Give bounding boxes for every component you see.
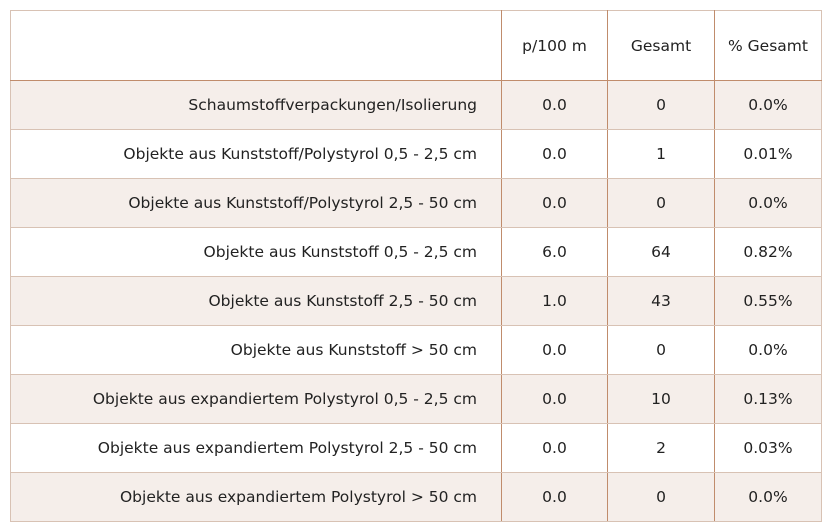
row-percent-total: 0.13% (714, 374, 822, 424)
row-per-100m: 0.0 (501, 325, 608, 375)
row-total: 64 (607, 227, 715, 277)
row-total: 1 (607, 129, 715, 179)
row-label: Objekte aus Kunststoff/Polystyrol 0,5 - … (10, 129, 502, 179)
header-row: p/100 m Gesamt % Gesamt (10, 10, 822, 81)
row-percent-total: 0.0% (714, 80, 822, 130)
row-label: Objekte aus Kunststoff/Polystyrol 2,5 - … (10, 178, 502, 228)
row-total: 2 (607, 423, 715, 473)
row-total: 0 (607, 178, 715, 228)
row-total: 0 (607, 80, 715, 130)
row-per-100m: 0.0 (501, 472, 608, 522)
row-per-100m: 0.0 (501, 129, 608, 179)
table-row: Objekte aus Kunststoff/Polystyrol 2,5 - … (10, 178, 822, 228)
table-row: Objekte aus Kunststoff 2,5 - 50 cm 1.0 4… (10, 276, 822, 326)
header-label (10, 10, 502, 81)
row-per-100m: 0.0 (501, 423, 608, 473)
row-percent-total: 0.0% (714, 472, 822, 522)
row-total: 0 (607, 472, 715, 522)
table-row: Objekte aus Kunststoff 0,5 - 2,5 cm 6.0 … (10, 227, 822, 277)
header-total: Gesamt (607, 10, 715, 81)
row-per-100m: 6.0 (501, 227, 608, 277)
header-per-100m: p/100 m (501, 10, 608, 81)
table-row: Objekte aus expandiertem Polystyrol > 50… (10, 472, 822, 522)
row-total: 10 (607, 374, 715, 424)
row-label: Objekte aus expandiertem Polystyrol 0,5 … (10, 374, 502, 424)
row-percent-total: 0.03% (714, 423, 822, 473)
row-per-100m: 0.0 (501, 374, 608, 424)
row-total: 0 (607, 325, 715, 375)
row-label: Schaumstoffverpackungen/Isolierung (10, 80, 502, 130)
table-row: Objekte aus Kunststoff/Polystyrol 0,5 - … (10, 129, 822, 179)
row-label: Objekte aus Kunststoff > 50 cm (10, 325, 502, 375)
row-total: 43 (607, 276, 715, 326)
row-percent-total: 0.01% (714, 129, 822, 179)
row-label: Objekte aus Kunststoff 0,5 - 2,5 cm (10, 227, 502, 277)
row-per-100m: 0.0 (501, 80, 608, 130)
table-row: Objekte aus expandiertem Polystyrol 2,5 … (10, 423, 822, 473)
table-row: Objekte aus Kunststoff > 50 cm 0.0 0 0.0… (10, 325, 822, 375)
row-per-100m: 0.0 (501, 178, 608, 228)
row-percent-total: 0.82% (714, 227, 822, 277)
row-per-100m: 1.0 (501, 276, 608, 326)
row-percent-total: 0.0% (714, 178, 822, 228)
data-table: p/100 m Gesamt % Gesamt Schaumstoffverpa… (10, 10, 822, 522)
row-percent-total: 0.55% (714, 276, 822, 326)
header-percent-total: % Gesamt (714, 10, 822, 81)
row-percent-total: 0.0% (714, 325, 822, 375)
table-row: Objekte aus expandiertem Polystyrol 0,5 … (10, 374, 822, 424)
row-label: Objekte aus expandiertem Polystyrol > 50… (10, 472, 502, 522)
table-row: Schaumstoffverpackungen/Isolierung 0.0 0… (10, 80, 822, 130)
row-label: Objekte aus Kunststoff 2,5 - 50 cm (10, 276, 502, 326)
row-label: Objekte aus expandiertem Polystyrol 2,5 … (10, 423, 502, 473)
